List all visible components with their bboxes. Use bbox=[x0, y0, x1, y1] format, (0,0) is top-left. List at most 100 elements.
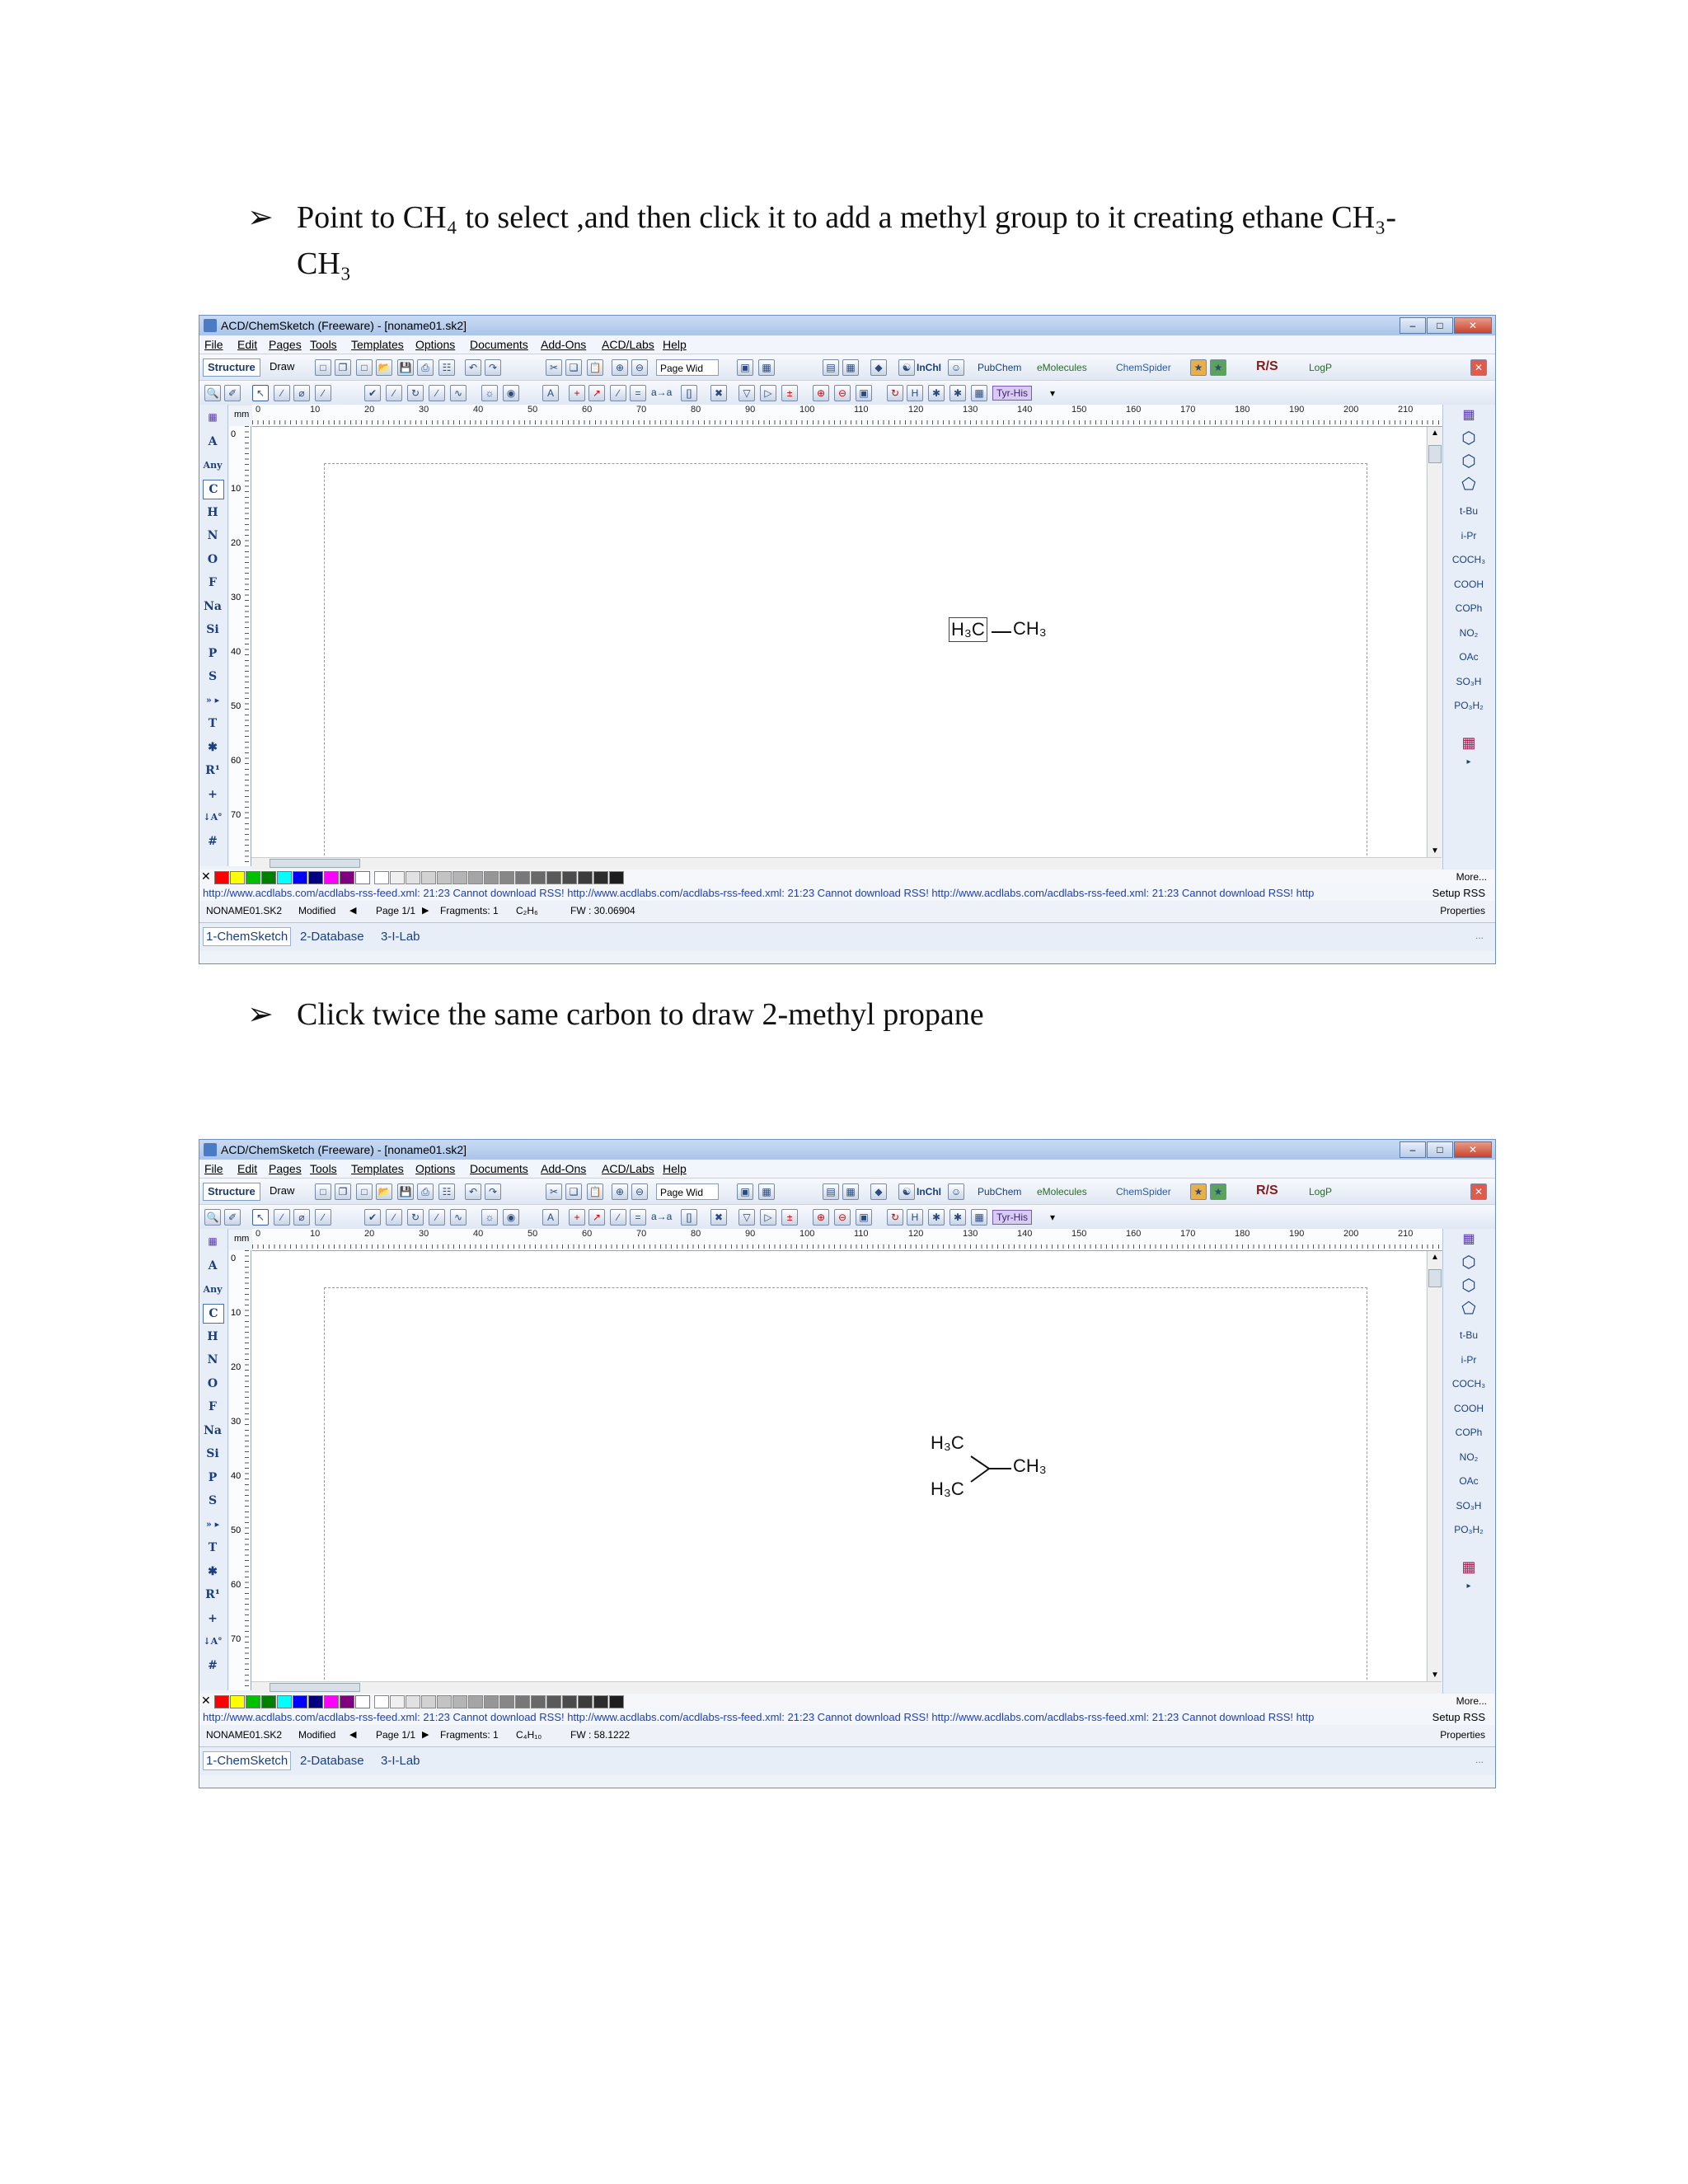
gray-swatch[interactable] bbox=[515, 871, 530, 884]
prev-page-icon[interactable]: ◀ bbox=[349, 1729, 356, 1740]
menu-tools[interactable]: Tools bbox=[310, 1162, 337, 1175]
tab-chemsketch[interactable]: 1-ChemSketch bbox=[203, 927, 292, 946]
pubchem-button[interactable]: PubChem bbox=[978, 1186, 1021, 1197]
gray-swatch[interactable] bbox=[578, 1695, 593, 1708]
element-button-16[interactable]: ↓A° bbox=[203, 808, 223, 827]
scroll-down-icon[interactable]: ▼ bbox=[1431, 846, 1439, 855]
stereo-icon[interactable]: ✱ bbox=[950, 1209, 966, 1226]
structure-mode-tab[interactable]: Structure bbox=[203, 359, 260, 377]
gray-swatch[interactable] bbox=[421, 1695, 436, 1708]
tab-database[interactable]: 2-Database bbox=[300, 930, 364, 944]
dictionary-icon[interactable]: ☯ bbox=[898, 1183, 915, 1200]
element-button-12[interactable]: T bbox=[203, 1539, 223, 1557]
expand-icon[interactable]: ▸ bbox=[1443, 1582, 1494, 1591]
color-swatch[interactable] bbox=[340, 871, 354, 884]
element-button-4[interactable]: N bbox=[203, 527, 223, 545]
element-button-8[interactable]: Si bbox=[203, 1445, 223, 1463]
gray-swatch[interactable] bbox=[421, 871, 436, 884]
toolbar-overflow-icon[interactable]: ▾ bbox=[1050, 1212, 1055, 1223]
new-document-icon[interactable]: □ bbox=[356, 1183, 373, 1200]
element-button-4[interactable]: N bbox=[203, 1351, 223, 1369]
color-swatch[interactable] bbox=[246, 1695, 260, 1708]
chart-icon[interactable]: ▤ bbox=[823, 1183, 839, 1200]
element-button-5[interactable]: O bbox=[203, 1375, 223, 1393]
close-toolbar-icon[interactable]: ✕ bbox=[1470, 359, 1487, 376]
color-swatch[interactable] bbox=[308, 871, 323, 884]
close-button[interactable]: ✕ bbox=[1454, 1141, 1492, 1158]
periodic-table-icon[interactable]: ▦ bbox=[203, 1232, 223, 1250]
draw-bond-icon[interactable]: ∕ bbox=[274, 1209, 290, 1226]
gray-swatch[interactable] bbox=[406, 871, 420, 884]
element-button-1[interactable]: Any bbox=[203, 1281, 223, 1299]
atom-label-methyl-2[interactable]: CH₃ bbox=[1013, 618, 1047, 640]
tyr-his-button[interactable]: Tyr-His bbox=[992, 386, 1032, 401]
cyclopentane-ring-icon[interactable]: ⬠ bbox=[1443, 1298, 1494, 1319]
menu-templates[interactable]: Templates bbox=[351, 338, 404, 351]
plus-icon[interactable]: + bbox=[569, 385, 585, 401]
new-page-icon[interactable]: □ bbox=[315, 1183, 331, 1200]
redo-icon[interactable]: ↷ bbox=[485, 1183, 501, 1200]
menu-pages[interactable]: Pages bbox=[269, 338, 302, 351]
3d-optimize-icon[interactable]: ◉ bbox=[503, 1209, 519, 1226]
image-icon[interactable]: ▦ bbox=[758, 1183, 775, 1200]
chemspider-button[interactable]: ChemSpider bbox=[1116, 362, 1171, 373]
draw-mode-tab[interactable]: Draw bbox=[265, 1183, 298, 1199]
minus-charge-icon[interactable]: ⊖ bbox=[834, 385, 851, 401]
no-color-icon[interactable]: ✕ bbox=[201, 1694, 211, 1708]
vertical-scroll-thumb[interactable] bbox=[1428, 445, 1442, 463]
functional-group-button[interactable]: SO₃H bbox=[1443, 676, 1494, 687]
plus-charge-icon[interactable]: ⊕ bbox=[813, 1209, 829, 1226]
flip-icon[interactable]: ∕ bbox=[429, 385, 445, 401]
element-button-6[interactable]: F bbox=[203, 1398, 223, 1416]
color-swatch[interactable] bbox=[230, 1695, 245, 1708]
drawing-canvas[interactable]: H₃C CH₃ H₃C bbox=[251, 1251, 1426, 1700]
radical-icon[interactable]: ▣ bbox=[856, 385, 872, 401]
tab-i-lab[interactable]: 3-I-Lab bbox=[381, 1754, 420, 1768]
element-button-17[interactable]: # bbox=[203, 1657, 223, 1675]
template-window-icon[interactable]: ▣ bbox=[737, 359, 753, 376]
color-swatch[interactable] bbox=[214, 871, 229, 884]
close-button[interactable]: ✕ bbox=[1454, 317, 1492, 334]
add-page-icon[interactable]: ❐ bbox=[335, 1183, 351, 1200]
element-button-7[interactable]: Na bbox=[203, 1422, 223, 1440]
clean-icon[interactable]: ☼ bbox=[481, 1209, 498, 1226]
template-window-icon[interactable]: ▣ bbox=[737, 1183, 753, 1200]
scroll-up-icon[interactable]: ▲ bbox=[1431, 1253, 1439, 1262]
element-button-11[interactable]: » ▸ bbox=[203, 691, 223, 710]
text-attribute-icon[interactable]: A bbox=[542, 1209, 559, 1226]
gray-swatch[interactable] bbox=[546, 871, 561, 884]
functional-group-button[interactable]: NO₂ bbox=[1443, 1451, 1494, 1463]
undo-icon[interactable]: ↶ bbox=[465, 1183, 481, 1200]
save-icon[interactable]: 💾 bbox=[397, 1183, 414, 1200]
cyclohexane-ring-icon[interactable]: ⬡ bbox=[1443, 451, 1494, 471]
rss-feed-text[interactable]: http://www.acdlabs.com/acdlabs-rss-feed.… bbox=[203, 1711, 1314, 1723]
next-page-icon[interactable]: ▶ bbox=[422, 1729, 429, 1740]
rs-stereo-button[interactable]: R/S bbox=[1256, 359, 1278, 374]
rss-feed-text[interactable]: http://www.acdlabs.com/acdlabs-rss-feed.… bbox=[203, 887, 1314, 899]
gray-swatch[interactable] bbox=[437, 871, 452, 884]
next-page-icon[interactable]: ▶ bbox=[422, 905, 429, 916]
logp-button[interactable]: LogP bbox=[1309, 1186, 1332, 1197]
image-icon[interactable]: ▦ bbox=[758, 359, 775, 376]
element-button-13[interactable]: ✱ bbox=[203, 1563, 223, 1581]
cyclopentane-ring-icon[interactable]: ⬠ bbox=[1443, 474, 1494, 494]
color-swatch[interactable] bbox=[324, 1695, 339, 1708]
gray-swatch[interactable] bbox=[515, 1695, 530, 1708]
periodic-table-icon[interactable]: ▦ bbox=[203, 408, 223, 426]
element-button-15[interactable]: + bbox=[203, 785, 223, 804]
print-icon[interactable]: ⎙ bbox=[417, 1183, 434, 1200]
arrow-bond-icon[interactable]: ▷ bbox=[760, 1209, 776, 1226]
element-button-1[interactable]: Any bbox=[203, 457, 223, 475]
vertical-scrollbar[interactable]: ▲ ▼ bbox=[1427, 427, 1442, 857]
functional-group-button[interactable]: COPh bbox=[1443, 602, 1494, 614]
lone-pair-icon[interactable]: ✱ bbox=[928, 1209, 945, 1226]
rotate-icon[interactable]: ↻ bbox=[407, 385, 424, 401]
menu-documents[interactable]: Documents bbox=[470, 1162, 528, 1175]
element-button-5[interactable]: O bbox=[203, 551, 223, 569]
horizontal-scroll-thumb[interactable] bbox=[270, 1683, 360, 1692]
gray-swatch[interactable] bbox=[609, 871, 624, 884]
element-button-8[interactable]: Si bbox=[203, 621, 223, 639]
properties-button[interactable]: Properties bbox=[1440, 905, 1485, 916]
drawing-canvas[interactable]: H₃C CH₃ bbox=[251, 427, 1426, 876]
plus-icon[interactable]: + bbox=[569, 1209, 585, 1226]
